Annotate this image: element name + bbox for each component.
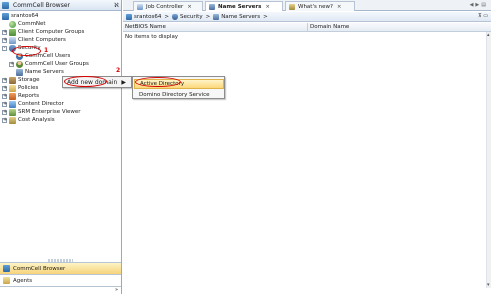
breadcrumb-item-security[interactable]: Security [180, 14, 203, 20]
add-domain-highlight-ring [64, 76, 107, 87]
name-servers-icon [16, 68, 23, 76]
tab-whats-new[interactable]: What's new? × [285, 1, 355, 11]
expand-icon[interactable]: + [2, 109, 7, 115]
tree-node-commcell-user-groups[interactable]: + CommCell User Groups [9, 60, 89, 68]
tab-label: Job Controller [146, 3, 184, 10]
pin-restore-icon[interactable]: ⊼ ▭ [478, 13, 488, 19]
cost-analysis-icon [9, 116, 16, 124]
whats-new-icon [289, 3, 295, 10]
tree-node-label: Content Director [18, 101, 64, 107]
pane-title-bar: CommCell Browser ℵ [0, 0, 121, 11]
tree-node-label: Client Computer Groups [18, 29, 85, 35]
tab-label: What's new? [298, 3, 333, 10]
tree-node-srm-enterprise-viewer[interactable]: + SRM Enterprise Viewer [2, 108, 81, 116]
vertical-scrollbar[interactable]: ▴ ▾ [486, 32, 491, 288]
breadcrumb-item-commserve[interactable]: srantos64 [134, 14, 161, 20]
tree-node-label: CommCell User Groups [25, 61, 89, 67]
commcell-browser-icon [3, 265, 10, 272]
breadcrumb: srantos64 > Security > Name Servers > ⊼ … [123, 12, 491, 22]
active-directory-highlight-ring [135, 77, 181, 87]
expand-icon[interactable]: + [2, 117, 7, 123]
storage-icon [9, 76, 16, 84]
tree-node-label: Cost Analysis [18, 117, 55, 123]
computer-icon [9, 36, 16, 44]
tab-label: Name Servers [218, 3, 262, 10]
shield-icon [171, 13, 178, 20]
tree-node-root[interactable]: srantos64 [2, 12, 38, 20]
tree-node-label: Reports [18, 93, 40, 99]
menu-item-domino-directory-service[interactable]: Domino Directory Service [134, 90, 224, 100]
tree-node-content-director[interactable]: + Content Director [2, 100, 64, 108]
expand-icon[interactable]: + [2, 101, 7, 107]
tab-bar: Job Controller × Name Servers × What's n… [123, 0, 491, 11]
commcell-browser-pane: CommCell Browser ℵ srantos64 CommNet + C… [0, 0, 122, 294]
annotation-number-2: 2 [116, 67, 121, 74]
grid-header: NetBIOS Name Domain Name [123, 23, 491, 32]
globe-icon [9, 20, 16, 28]
content-director-icon [9, 100, 16, 108]
srm-icon [9, 108, 16, 116]
commserve-icon [2, 12, 9, 20]
tree-node-reports[interactable]: + Reports [2, 92, 39, 100]
user-group-icon [16, 60, 23, 68]
report-icon [9, 92, 16, 100]
nav-overflow-chevron-icon[interactable]: » [0, 286, 121, 293]
tree-node-label: SRM Enterprise Viewer [18, 109, 81, 115]
expand-icon[interactable]: + [2, 37, 7, 43]
tree-node-policies[interactable]: + Policies [2, 84, 38, 92]
expand-icon[interactable]: + [2, 77, 7, 83]
name-servers-icon [213, 13, 220, 20]
job-controller-icon [137, 3, 143, 10]
tree-node-commnet[interactable]: CommNet [9, 20, 46, 28]
content-pane: Job Controller × Name Servers × What's n… [123, 0, 491, 294]
column-header-domain-name[interactable]: Domain Name [308, 24, 491, 30]
pin-icon[interactable]: ℵ [112, 2, 121, 9]
security-highlight-ring [12, 46, 41, 56]
expand-icon[interactable]: + [2, 93, 7, 99]
empty-grid-message: No items to display [125, 34, 179, 40]
close-icon[interactable]: × [337, 4, 342, 10]
nav-commcell-browser[interactable]: CommCell Browser [0, 262, 121, 274]
close-icon[interactable]: × [187, 4, 192, 10]
nav-label: Agents [13, 277, 33, 284]
tree-node-label: Storage [18, 77, 40, 83]
commserve-icon [126, 13, 132, 20]
tree-node-client-computers[interactable]: + Client Computers [2, 36, 66, 44]
tree-node-client-computer-groups[interactable]: + Client Computer Groups [2, 28, 84, 36]
tree-node-storage[interactable]: + Storage [2, 76, 40, 84]
breadcrumb-item-name-servers[interactable]: Name Servers [221, 14, 260, 20]
pane-title: CommCell Browser [13, 1, 70, 9]
scroll-down-icon[interactable]: ▾ [487, 282, 490, 288]
tab-scroll-arrows-icon[interactable]: ◀▶▤ [470, 2, 488, 8]
expand-icon[interactable]: + [2, 29, 7, 35]
group-icon [9, 28, 16, 36]
tree-node-label: srantos64 [11, 13, 39, 19]
close-icon[interactable]: × [265, 4, 270, 10]
nav-label: CommCell Browser [13, 265, 66, 272]
annotation-number-1: 1 [44, 47, 49, 54]
column-header-netbios-name[interactable]: NetBIOS Name [123, 23, 308, 31]
tree-node-label: Policies [18, 85, 39, 91]
nav-agents[interactable]: Agents [0, 274, 121, 286]
tree-node-name-servers[interactable]: Name Servers [16, 68, 64, 76]
breadcrumb-separator: > [205, 13, 211, 20]
tree-node-label: Client Computers [18, 37, 66, 43]
breadcrumb-separator: > [263, 13, 268, 20]
tree-node-cost-analysis[interactable]: + Cost Analysis [2, 116, 55, 124]
tab-job-controller[interactable]: Job Controller × [133, 1, 203, 11]
commcell-browser-icon [2, 1, 9, 9]
tree-node-label: Name Servers [25, 69, 64, 75]
name-servers-icon [209, 3, 215, 10]
navigation-buttons: CommCell Browser Agents » [0, 259, 121, 293]
tab-name-servers[interactable]: Name Servers × [205, 1, 283, 11]
tree-node-label: CommNet [18, 21, 46, 27]
expand-icon[interactable]: + [9, 61, 14, 67]
agents-icon [3, 277, 10, 284]
breadcrumb-separator: > [164, 13, 169, 20]
submenu-arrow-icon: ▶ [121, 79, 126, 86]
policy-icon [9, 84, 16, 92]
collapse-icon[interactable]: - [2, 45, 7, 51]
scroll-up-icon[interactable]: ▴ [487, 32, 490, 38]
expand-icon[interactable]: + [2, 85, 7, 91]
